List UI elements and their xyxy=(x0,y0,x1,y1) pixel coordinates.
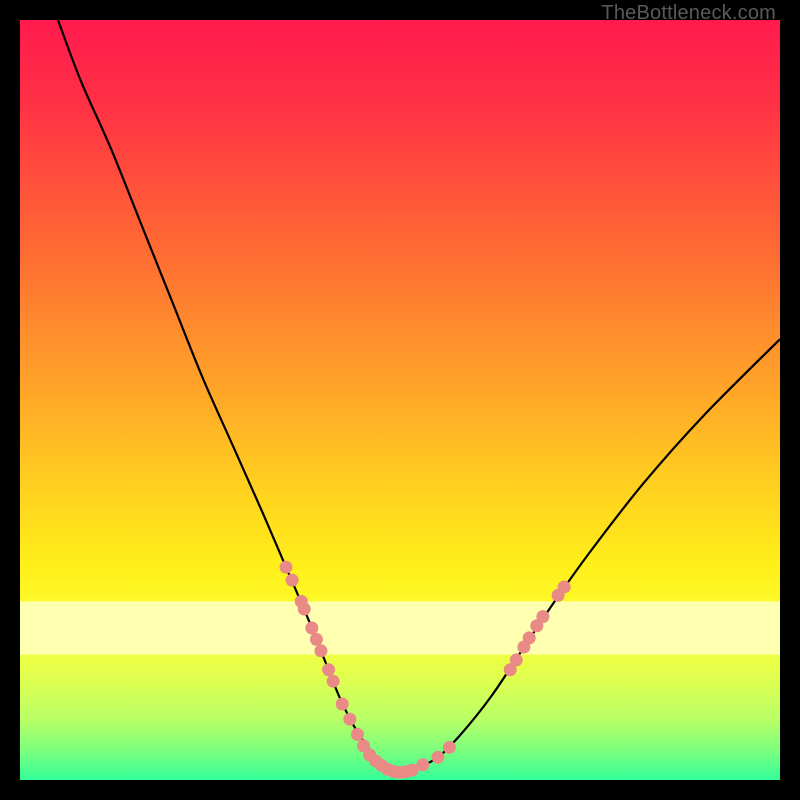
left-segment-dots-dot xyxy=(343,713,356,726)
left-segment-dots-dot xyxy=(351,728,364,741)
left-segment-dots-dot xyxy=(322,663,335,676)
bottom-dots-dot xyxy=(432,751,445,764)
plot-area xyxy=(20,20,780,780)
left-segment-dots-dot xyxy=(305,622,318,635)
curve-layer xyxy=(20,20,780,780)
bottom-dots-dot xyxy=(443,741,456,754)
left-segment-dots-dot xyxy=(286,574,299,587)
marker-group xyxy=(280,561,571,779)
chart-frame xyxy=(20,20,780,780)
left-segment-dots-dot xyxy=(327,675,340,688)
attribution-text: TheBottleneck.com xyxy=(601,2,776,25)
right-segment-dots-dot xyxy=(536,610,549,623)
bottleneck-curve xyxy=(58,20,780,773)
right-segment-dots-dot xyxy=(523,631,536,644)
left-segment-dots-dot xyxy=(310,633,323,646)
right-segment-dots-dot xyxy=(558,580,571,593)
bottom-dots-dot xyxy=(416,758,429,771)
right-segment-dots-dot xyxy=(510,653,523,666)
left-segment-dots-dot xyxy=(314,644,327,657)
left-segment-dots-dot xyxy=(280,561,293,574)
left-segment-dots-dot xyxy=(298,603,311,616)
left-segment-dots-dot xyxy=(336,698,349,711)
